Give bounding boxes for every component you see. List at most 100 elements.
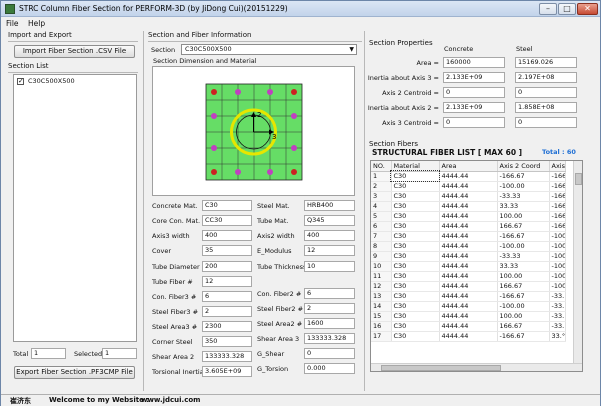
table-cell[interactable]: -100.00 <box>497 241 550 252</box>
table-cell[interactable]: 4444.44 <box>439 231 498 242</box>
table-cell[interactable]: 100.00 <box>497 271 550 282</box>
table-cell[interactable]: 4444.44 <box>439 221 498 232</box>
menu-file[interactable]: File <box>6 19 19 28</box>
param-field[interactable]: 2 <box>304 303 355 314</box>
close-button[interactable]: ✕ <box>577 3 598 15</box>
maximize-button[interactable]: □ <box>558 3 576 15</box>
table-cell[interactable]: C30 <box>391 321 440 332</box>
table-row[interactable]: 17 C30 4444.44 -166.67 33.° <box>371 331 566 342</box>
table-row[interactable]: 5 C30 4444.44 100.00 -166 <box>371 211 566 222</box>
table-cell[interactable]: 11 <box>371 271 392 282</box>
table-cell[interactable]: -100 <box>549 261 566 272</box>
table-row[interactable]: 16 C30 4444.44 166.67 -33. <box>371 321 566 332</box>
table-cell[interactable]: C30 <box>391 291 440 302</box>
param-field[interactable]: 2300 <box>202 321 252 332</box>
table-cell[interactable]: 4444.44 <box>439 321 498 332</box>
table-cell[interactable]: C30 <box>391 241 440 252</box>
param-field[interactable]: C30 <box>202 200 252 211</box>
param-field[interactable]: 0 <box>304 348 355 359</box>
table-cell[interactable]: C30 <box>391 221 440 232</box>
table-cell[interactable]: 4444.44 <box>439 271 498 282</box>
table-cell[interactable]: -100 <box>549 231 566 242</box>
param-field[interactable]: HRB400 <box>304 200 355 211</box>
table-cell[interactable]: C30 <box>391 201 440 212</box>
table-cell[interactable]: 8 <box>371 241 392 252</box>
table-row[interactable]: 10 C30 4444.44 33.33 -100 <box>371 261 566 272</box>
table-row[interactable]: 15 C30 4444.44 100.00 -33. <box>371 311 566 322</box>
table-cell[interactable]: 3 <box>371 191 392 202</box>
vertical-scrollbar[interactable] <box>573 161 582 363</box>
table-cell[interactable]: 4444.44 <box>439 241 498 252</box>
table-cell[interactable]: 1 <box>371 171 392 182</box>
table-cell[interactable]: 12 <box>371 281 392 292</box>
table-cell[interactable]: 100.00 <box>497 211 550 222</box>
column-header[interactable]: Axis 2 Coord <box>497 161 550 172</box>
table-cell[interactable]: 4444.44 <box>439 261 498 272</box>
table-cell[interactable]: -166.67 <box>497 291 550 302</box>
table-cell[interactable]: -33. <box>549 291 566 302</box>
table-cell[interactable]: -166.67 <box>497 171 550 182</box>
column-header[interactable]: Area <box>439 161 498 172</box>
menu-help[interactable]: Help <box>28 19 45 28</box>
table-cell[interactable]: C30 <box>391 331 440 342</box>
section-select[interactable]: C30C500X500 ▼ <box>181 44 357 55</box>
table-cell[interactable]: 13 <box>371 291 392 302</box>
table-cell[interactable]: -166.67 <box>497 331 550 342</box>
table-cell[interactable]: 6 <box>371 221 392 232</box>
table-cell[interactable]: 9 <box>371 251 392 262</box>
table-cell[interactable]: C30 <box>391 301 440 312</box>
table-cell[interactable]: 4444.44 <box>439 181 498 192</box>
table-cell[interactable]: -33.33 <box>497 251 550 262</box>
scroll-thumb[interactable] <box>575 173 582 185</box>
param-field[interactable]: 400 <box>202 230 252 241</box>
table-cell[interactable]: -100 <box>549 271 566 282</box>
param-field[interactable]: 1600 <box>304 318 355 329</box>
table-cell[interactable]: C30 <box>391 191 440 202</box>
table-cell[interactable]: 100.00 <box>497 311 550 322</box>
table-row[interactable]: 12 C30 4444.44 166.67 -100 <box>371 281 566 292</box>
table-cell[interactable]: -33. <box>549 321 566 332</box>
table-cell[interactable]: 4444.44 <box>439 311 498 322</box>
table-cell[interactable]: 33.33 <box>497 201 550 212</box>
table-cell[interactable]: C30 <box>391 271 440 282</box>
table-cell[interactable]: C30 <box>390 170 440 182</box>
table-cell[interactable]: -33.33 <box>497 191 550 202</box>
table-cell[interactable]: 4444.44 <box>439 291 498 302</box>
table-cell[interactable]: 5 <box>371 211 392 222</box>
table-row[interactable]: 8 C30 4444.44 -100.00 -100 <box>371 241 566 252</box>
export-pf3cmp-button[interactable]: Export Fiber Section .PF3CMP File <box>14 366 135 379</box>
table-cell[interactable]: 4444.44 <box>439 201 498 212</box>
param-field[interactable]: Q345 <box>304 215 355 226</box>
table-cell[interactable]: 15 <box>371 311 392 322</box>
param-field[interactable]: 0.000 <box>304 363 355 374</box>
table-cell[interactable]: -33. <box>549 301 566 312</box>
param-field[interactable]: 133333.328 <box>202 351 252 362</box>
table-row[interactable]: 14 C30 4444.44 -100.00 -33. <box>371 301 566 312</box>
table-cell[interactable]: C30 <box>391 231 440 242</box>
table-cell[interactable]: 16 <box>371 321 392 332</box>
param-field[interactable]: 35 <box>202 245 252 256</box>
table-cell[interactable]: -100 <box>549 251 566 262</box>
table-row[interactable]: 1 C30 4444.44 -166.67 -166 <box>371 170 566 182</box>
table-cell[interactable]: 4444.44 <box>439 281 498 292</box>
table-cell[interactable]: 166.67 <box>497 221 550 232</box>
param-field[interactable]: 133333.328 <box>304 333 355 344</box>
table-cell[interactable]: 166.67 <box>497 321 550 332</box>
website-link[interactable]: www.jdcui.com <box>141 396 200 404</box>
table-row[interactable]: 11 C30 4444.44 100.00 -100 <box>371 271 566 282</box>
fiber-table[interactable]: NO. Material Area Axis 2 Coord Axis 1 C30 4444… <box>370 160 583 372</box>
table-cell[interactable]: 10 <box>371 261 392 272</box>
param-field[interactable]: 350 <box>202 336 252 347</box>
table-cell[interactable]: 4444.44 <box>439 251 498 262</box>
table-row[interactable]: 2 C30 4444.44 -100.00 -166 <box>371 181 566 192</box>
table-row[interactable]: 13 C30 4444.44 -166.67 -33. <box>371 291 566 302</box>
table-cell[interactable]: 4444.44 <box>439 171 498 182</box>
column-header[interactable]: Material <box>391 161 440 172</box>
table-cell[interactable]: 4 <box>371 201 392 212</box>
param-field[interactable]: 12 <box>202 276 252 287</box>
param-field[interactable]: 3.605E+09 <box>202 366 252 377</box>
param-field[interactable]: 400 <box>304 230 355 241</box>
table-cell[interactable]: 4444.44 <box>439 211 498 222</box>
table-cell[interactable]: -166 <box>549 191 566 202</box>
table-cell[interactable]: -100.00 <box>497 301 550 312</box>
